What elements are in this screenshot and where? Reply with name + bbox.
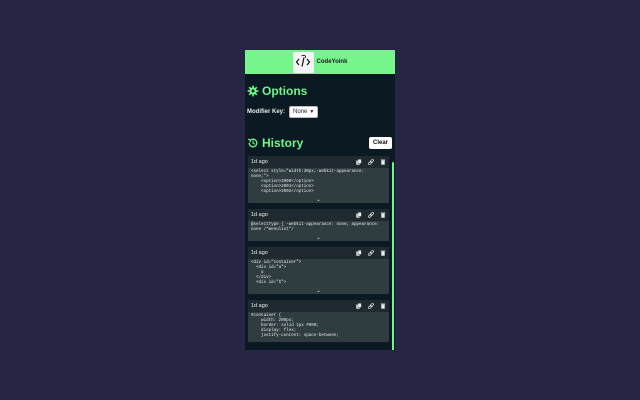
link-icon[interactable] (368, 303, 374, 309)
copy-icon[interactable] (356, 212, 362, 218)
chevron-down-icon: ▼ (309, 109, 315, 115)
scrollbar[interactable] (392, 162, 394, 350)
history-heading: History Clear (245, 136, 395, 150)
code-logo-icon (295, 54, 311, 67)
trash-icon[interactable] (380, 303, 386, 309)
modifier-label: Modifier Key: (247, 109, 286, 115)
modifier-value: None (293, 109, 308, 115)
popup-header: CodeYoink (245, 50, 395, 74)
code-snippet: <div id="container"> <div id="a"> a </di… (251, 261, 302, 285)
chevron-down-icon[interactable]: ⌄ (248, 289, 389, 294)
app-logo (292, 51, 314, 73)
app-title: CodeYoink (316, 59, 348, 65)
entry-time: 1d ago (251, 212, 268, 218)
entry-time: 1d ago (251, 303, 268, 309)
history-list[interactable]: 1d ago <select style="width:30px;-webkit… (245, 156, 395, 350)
history-entry: 1d ago #container { width: 200px; border… (248, 300, 389, 342)
trash-icon[interactable] (380, 212, 386, 218)
chevron-down-icon[interactable]: ⌄ (248, 236, 389, 241)
history-entry: 1d ago <div id="container"> <div id="a">… (248, 247, 389, 294)
history-entry: 1d ago <select style="width:30px;-webkit… (248, 156, 389, 203)
link-icon[interactable] (368, 159, 374, 165)
copy-icon[interactable] (356, 250, 362, 256)
entry-time: 1d ago (251, 250, 268, 256)
copy-icon[interactable] (356, 303, 362, 309)
trash-icon[interactable] (380, 159, 386, 165)
code-snippet: #container { width: 200px; border: solid… (251, 314, 339, 338)
trash-icon[interactable] (380, 250, 386, 256)
modifier-row: Modifier Key: None ▼ (245, 106, 395, 118)
entry-header: 1d ago (248, 209, 389, 221)
code-snippet: @selectType { -webkit-appearance: none; … (251, 223, 380, 232)
entry-time: 1d ago (251, 159, 268, 165)
history-entry: 1d ago @selectType { -webkit-appearance:… (248, 209, 389, 241)
chevron-down-icon[interactable]: ⌄ (248, 198, 389, 203)
history-icon (247, 137, 259, 149)
gear-icon (247, 85, 259, 97)
code-snippet: <select style="width:30px;-webkit-appear… (251, 170, 365, 194)
entry-header: 1d ago (248, 247, 389, 259)
link-icon[interactable] (368, 212, 374, 218)
extension-popup: CodeYoink Options Modifier Key: None ▼ H… (245, 50, 395, 350)
link-icon[interactable] (368, 250, 374, 256)
options-title: Options (262, 84, 308, 98)
entry-header: 1d ago (248, 156, 389, 168)
copy-icon[interactable] (356, 159, 362, 165)
history-title: History (262, 136, 304, 150)
entry-header: 1d ago (248, 300, 389, 312)
clear-history-button[interactable]: Clear (368, 137, 392, 149)
options-heading: Options (245, 84, 395, 98)
modifier-select[interactable]: None ▼ (289, 106, 319, 118)
